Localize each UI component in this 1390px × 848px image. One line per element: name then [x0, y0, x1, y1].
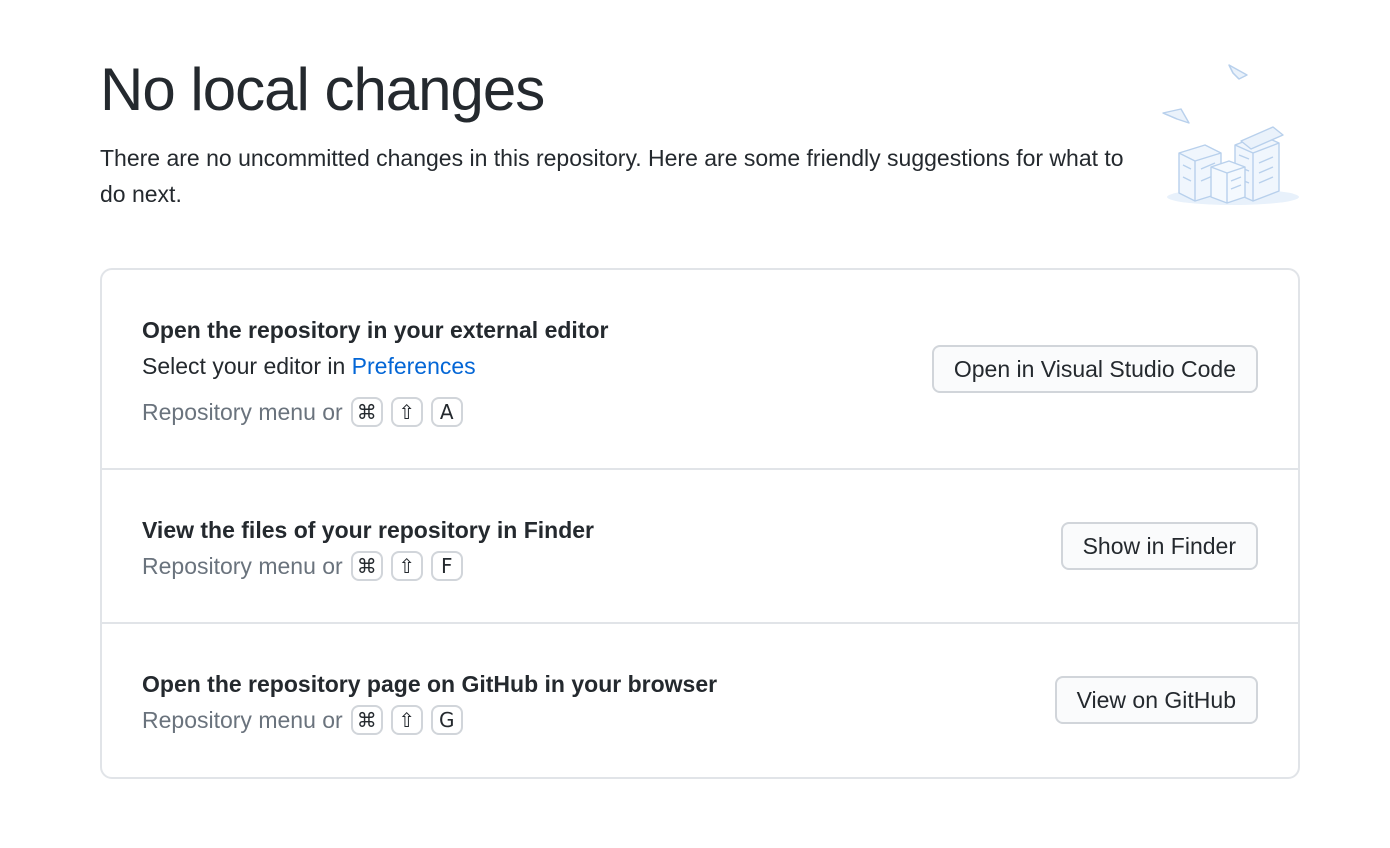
shift-key-icon: ⇧ [390, 551, 423, 581]
suggestion-open-editor: Open the repository in your external edi… [102, 270, 1298, 470]
suggestion-show-in-finder: View the files of your repository in Fin… [102, 470, 1298, 624]
command-key-icon: ⌘ [350, 705, 383, 735]
header: No local changes There are no uncommitte… [100, 52, 1130, 212]
suggestion-text: Open the repository page on GitHub in yo… [142, 666, 717, 738]
page-title: No local changes [100, 56, 545, 123]
keyboard-shortcut: Repository menu or ⌘ ⇧ A [142, 394, 608, 430]
letter-key: G [430, 705, 463, 735]
page-subtitle: There are no uncommitted changes in this… [100, 145, 1124, 207]
keyboard-shortcut: Repository menu or ⌘ ⇧ G [142, 702, 717, 738]
shortcut-prefix: Repository menu or [142, 553, 343, 579]
suggestion-text: View the files of your repository in Fin… [142, 512, 594, 584]
letter-key: A [430, 397, 463, 427]
suggestion-view-on-github: Open the repository page on GitHub in yo… [102, 624, 1298, 777]
open-in-editor-button[interactable]: Open in Visual Studio Code [931, 345, 1258, 393]
view-on-github-button[interactable]: View on GitHub [1054, 676, 1258, 724]
no-changes-view: No local changes There are no uncommitte… [0, 0, 1390, 848]
letter-key: F [430, 551, 463, 581]
command-key-icon: ⌘ [350, 397, 383, 427]
shift-key-icon: ⇧ [390, 705, 423, 735]
suggestion-description: Select your editor in Preferences [142, 348, 608, 384]
description-prefix: Select your editor in [142, 353, 352, 379]
show-in-finder-button[interactable]: Show in Finder [1060, 522, 1258, 570]
suggestions-card: Open the repository in your external edi… [100, 268, 1300, 779]
preferences-link[interactable]: Preferences [352, 353, 476, 379]
command-key-icon: ⌘ [350, 551, 383, 581]
shortcut-prefix: Repository menu or [142, 399, 343, 425]
suggestion-title: View the files of your repository in Fin… [142, 517, 594, 543]
suggestion-title: Open the repository in your external edi… [142, 317, 609, 343]
shortcut-prefix: Repository menu or [142, 707, 343, 733]
empty-repository-illustration [1155, 55, 1305, 215]
suggestion-title: Open the repository page on GitHub in yo… [142, 671, 718, 697]
suggestion-text: Open the repository in your external edi… [142, 312, 608, 430]
shift-key-icon: ⇧ [390, 397, 423, 427]
keyboard-shortcut: Repository menu or ⌘ ⇧ F [142, 548, 594, 584]
